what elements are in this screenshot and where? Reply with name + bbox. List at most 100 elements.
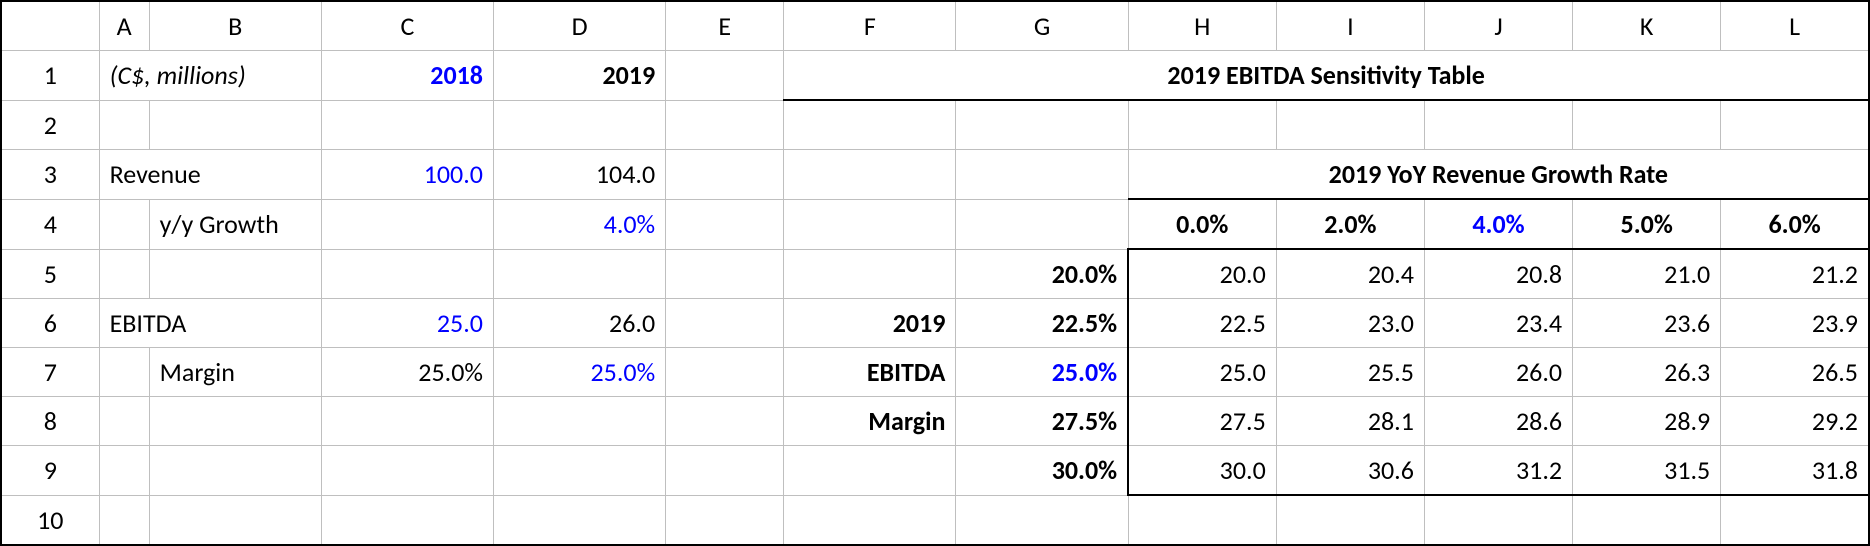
cell[interactable] bbox=[321, 100, 493, 150]
cell[interactable] bbox=[1424, 100, 1572, 150]
sens-cell[interactable]: 31.8 bbox=[1721, 446, 1869, 496]
col-header[interactable]: D bbox=[493, 1, 665, 51]
row-header[interactable]: 3 bbox=[1, 150, 99, 200]
row-header[interactable]: 4 bbox=[1, 199, 99, 249]
sens-cell[interactable]: 29.2 bbox=[1721, 397, 1869, 446]
col-header[interactable]: B bbox=[149, 1, 321, 51]
cell[interactable] bbox=[666, 51, 784, 101]
corner-cell[interactable] bbox=[1, 1, 99, 51]
cell[interactable] bbox=[99, 199, 149, 249]
cell[interactable] bbox=[784, 446, 956, 496]
col-header[interactable]: H bbox=[1128, 1, 1276, 51]
sens-cell[interactable]: 28.9 bbox=[1573, 397, 1721, 446]
sens-cell[interactable]: 28.6 bbox=[1424, 397, 1572, 446]
cell[interactable] bbox=[956, 150, 1128, 200]
sens-cell[interactable]: 23.9 bbox=[1721, 299, 1869, 348]
sens-cell[interactable]: 30.0 bbox=[1128, 446, 1276, 496]
margin-hdr[interactable]: 25.0% bbox=[956, 348, 1128, 397]
col-header[interactable]: A bbox=[99, 1, 149, 51]
cell[interactable] bbox=[493, 100, 665, 150]
cell[interactable] bbox=[99, 249, 149, 299]
ebitda-2019[interactable]: 26.0 bbox=[493, 299, 665, 348]
cell[interactable] bbox=[321, 446, 493, 496]
cell[interactable] bbox=[666, 495, 784, 545]
sens-cell[interactable]: 26.0 bbox=[1424, 348, 1572, 397]
side-label-2019[interactable]: 2019 bbox=[784, 299, 956, 348]
cell[interactable] bbox=[1721, 495, 1869, 545]
cell[interactable] bbox=[666, 199, 784, 249]
cell[interactable] bbox=[666, 348, 784, 397]
row-header[interactable]: 1 bbox=[1, 51, 99, 101]
sens-cell[interactable]: 20.4 bbox=[1276, 249, 1424, 299]
cell[interactable] bbox=[149, 446, 321, 496]
yoy-growth-title[interactable]: 2019 YoY Revenue Growth Rate bbox=[1128, 150, 1869, 200]
cell[interactable] bbox=[321, 199, 493, 249]
col-header[interactable]: L bbox=[1721, 1, 1869, 51]
cell[interactable] bbox=[956, 100, 1128, 150]
cell[interactable] bbox=[99, 348, 149, 397]
sens-cell[interactable]: 21.2 bbox=[1721, 249, 1869, 299]
sens-cell[interactable]: 28.1 bbox=[1276, 397, 1424, 446]
sens-cell[interactable]: 20.0 bbox=[1128, 249, 1276, 299]
sens-cell[interactable]: 25.0 bbox=[1128, 348, 1276, 397]
cell[interactable] bbox=[666, 397, 784, 446]
col-header[interactable]: I bbox=[1276, 1, 1424, 51]
row-header[interactable]: 2 bbox=[1, 100, 99, 150]
cell[interactable] bbox=[784, 199, 956, 249]
growth-hdr[interactable]: 0.0% bbox=[1128, 199, 1276, 249]
sens-cell[interactable]: 26.3 bbox=[1573, 348, 1721, 397]
cell[interactable] bbox=[666, 150, 784, 200]
cell[interactable] bbox=[493, 495, 665, 545]
cell[interactable] bbox=[1276, 100, 1424, 150]
col-header[interactable]: C bbox=[321, 1, 493, 51]
yoy-growth-2019[interactable]: 4.0% bbox=[493, 199, 665, 249]
yoy-growth-label[interactable]: y/y Growth bbox=[149, 199, 321, 249]
cell[interactable] bbox=[1128, 100, 1276, 150]
sensitivity-title[interactable]: 2019 EBITDA Sensitivity Table bbox=[784, 51, 1869, 101]
row-header[interactable]: 9 bbox=[1, 446, 99, 496]
margin-hdr[interactable]: 30.0% bbox=[956, 446, 1128, 496]
ebitda-label[interactable]: EBITDA bbox=[99, 299, 321, 348]
ebitda-2018[interactable]: 25.0 bbox=[321, 299, 493, 348]
revenue-label[interactable]: Revenue bbox=[99, 150, 321, 200]
cell[interactable] bbox=[99, 446, 149, 496]
sens-cell[interactable]: 30.6 bbox=[1276, 446, 1424, 496]
cell[interactable] bbox=[493, 397, 665, 446]
cell[interactable] bbox=[1276, 495, 1424, 545]
row-header[interactable]: 7 bbox=[1, 348, 99, 397]
cell[interactable] bbox=[99, 495, 149, 545]
year-2018[interactable]: 2018 bbox=[321, 51, 493, 101]
cell[interactable] bbox=[493, 446, 665, 496]
cell[interactable] bbox=[784, 249, 956, 299]
cell[interactable] bbox=[784, 100, 956, 150]
col-header[interactable]: F bbox=[784, 1, 956, 51]
cell[interactable] bbox=[149, 495, 321, 545]
margin-hdr[interactable]: 20.0% bbox=[956, 249, 1128, 299]
revenue-2018[interactable]: 100.0 bbox=[321, 150, 493, 200]
cell[interactable] bbox=[321, 397, 493, 446]
units-note[interactable]: (C$, millions) bbox=[99, 51, 321, 101]
cell[interactable] bbox=[321, 249, 493, 299]
col-header[interactable]: E bbox=[666, 1, 784, 51]
sens-cell[interactable]: 27.5 bbox=[1128, 397, 1276, 446]
cell[interactable] bbox=[99, 100, 149, 150]
cell[interactable] bbox=[956, 199, 1128, 249]
cell[interactable] bbox=[1128, 495, 1276, 545]
margin-2018[interactable]: 25.0% bbox=[321, 348, 493, 397]
cell[interactable] bbox=[666, 249, 784, 299]
col-header[interactable]: K bbox=[1573, 1, 1721, 51]
cell[interactable] bbox=[1573, 100, 1721, 150]
margin-hdr[interactable]: 22.5% bbox=[956, 299, 1128, 348]
cell[interactable] bbox=[956, 495, 1128, 545]
sens-cell[interactable]: 25.5 bbox=[1276, 348, 1424, 397]
cell[interactable] bbox=[1424, 495, 1572, 545]
cell[interactable] bbox=[321, 495, 493, 545]
side-label-ebitda[interactable]: EBITDA bbox=[784, 348, 956, 397]
cell[interactable] bbox=[1573, 495, 1721, 545]
sens-cell[interactable]: 23.0 bbox=[1276, 299, 1424, 348]
growth-hdr[interactable]: 2.0% bbox=[1276, 199, 1424, 249]
cell[interactable] bbox=[666, 100, 784, 150]
sens-cell[interactable]: 26.5 bbox=[1721, 348, 1869, 397]
row-header[interactable]: 6 bbox=[1, 299, 99, 348]
growth-hdr[interactable]: 4.0% bbox=[1424, 199, 1572, 249]
